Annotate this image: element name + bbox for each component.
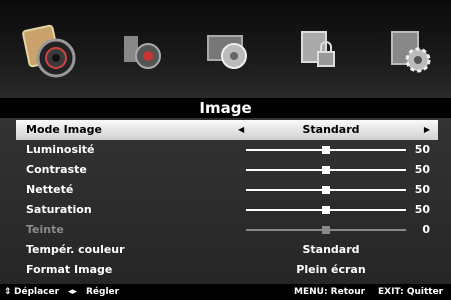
slider-knob[interactable] (322, 166, 330, 174)
menu-item-value: 50 (414, 183, 430, 196)
menu-item-label: Luminosité (26, 143, 95, 156)
channel-icon[interactable] (200, 22, 260, 82)
picture-icon[interactable] (20, 22, 80, 82)
leftright-icon: ◂▸ (68, 287, 78, 297)
help-adjust: Régler (86, 287, 120, 297)
menu-item-nettete[interactable]: Netteté 50 (16, 180, 438, 200)
page-title: Image (0, 98, 451, 118)
menu-item-temper-couleur[interactable]: Tempér. couleur Standard (16, 240, 438, 260)
menu-item-label: Saturation (26, 203, 92, 216)
menu-item-value: Standard (302, 243, 360, 256)
luminosite-slider[interactable] (246, 146, 406, 154)
menu-item-label: Teinte (26, 223, 64, 236)
menu-item-value: 50 (414, 203, 430, 216)
menu-item-contraste[interactable]: Contraste 50 (16, 160, 438, 180)
menu-item-value: 50 (414, 163, 430, 176)
help-back: MENU: Retour (294, 287, 366, 297)
menu-item-value: Plein écran (296, 263, 366, 276)
menu-item-teinte: Teinte 0 (16, 220, 438, 240)
saturation-slider[interactable] (246, 206, 406, 214)
menu-item-label: Mode Image (26, 123, 102, 136)
menu-item-value: 0 (422, 223, 430, 236)
arrow-left-icon[interactable]: ◀ (238, 120, 244, 140)
menu-tab-bar (0, 0, 451, 98)
updown-icon: ⇕ (4, 287, 12, 297)
menu-item-mode-image[interactable]: Mode Image ◀ Standard ▶ (16, 120, 438, 140)
menu-item-label: Contraste (26, 163, 87, 176)
sound-icon[interactable] (110, 22, 170, 82)
menu-item-value: 50 (414, 143, 430, 156)
slider-knob[interactable] (322, 206, 330, 214)
arrow-right-icon[interactable]: ▶ (424, 120, 430, 140)
help-bar: ⇕ Déplacer ◂▸ Régler MENU: Retour EXIT: … (0, 284, 451, 300)
lock-icon[interactable] (290, 22, 350, 82)
setup-icon[interactable] (380, 22, 440, 82)
menu-item-luminosite[interactable]: Luminosité 50 (16, 140, 438, 160)
menu-item-label: Tempér. couleur (26, 243, 125, 256)
menu-item-label: Netteté (26, 183, 74, 196)
menu-item-label: Format Image (26, 263, 113, 276)
slider-knob[interactable] (322, 146, 330, 154)
slider-knob (322, 226, 330, 234)
menu-item-saturation[interactable]: Saturation 50 (16, 200, 438, 220)
contraste-slider[interactable] (246, 166, 406, 174)
teinte-slider (246, 226, 406, 234)
menu-item-value: Standard (302, 123, 360, 136)
help-move: Déplacer (14, 287, 60, 297)
help-exit: EXIT: Quitter (378, 287, 444, 297)
nettete-slider[interactable] (246, 186, 406, 194)
settings-menu: Mode Image ◀ Standard ▶ Luminosité 50 Co… (0, 118, 451, 284)
slider-knob[interactable] (322, 186, 330, 194)
menu-item-format-image[interactable]: Format Image Plein écran (16, 260, 438, 280)
